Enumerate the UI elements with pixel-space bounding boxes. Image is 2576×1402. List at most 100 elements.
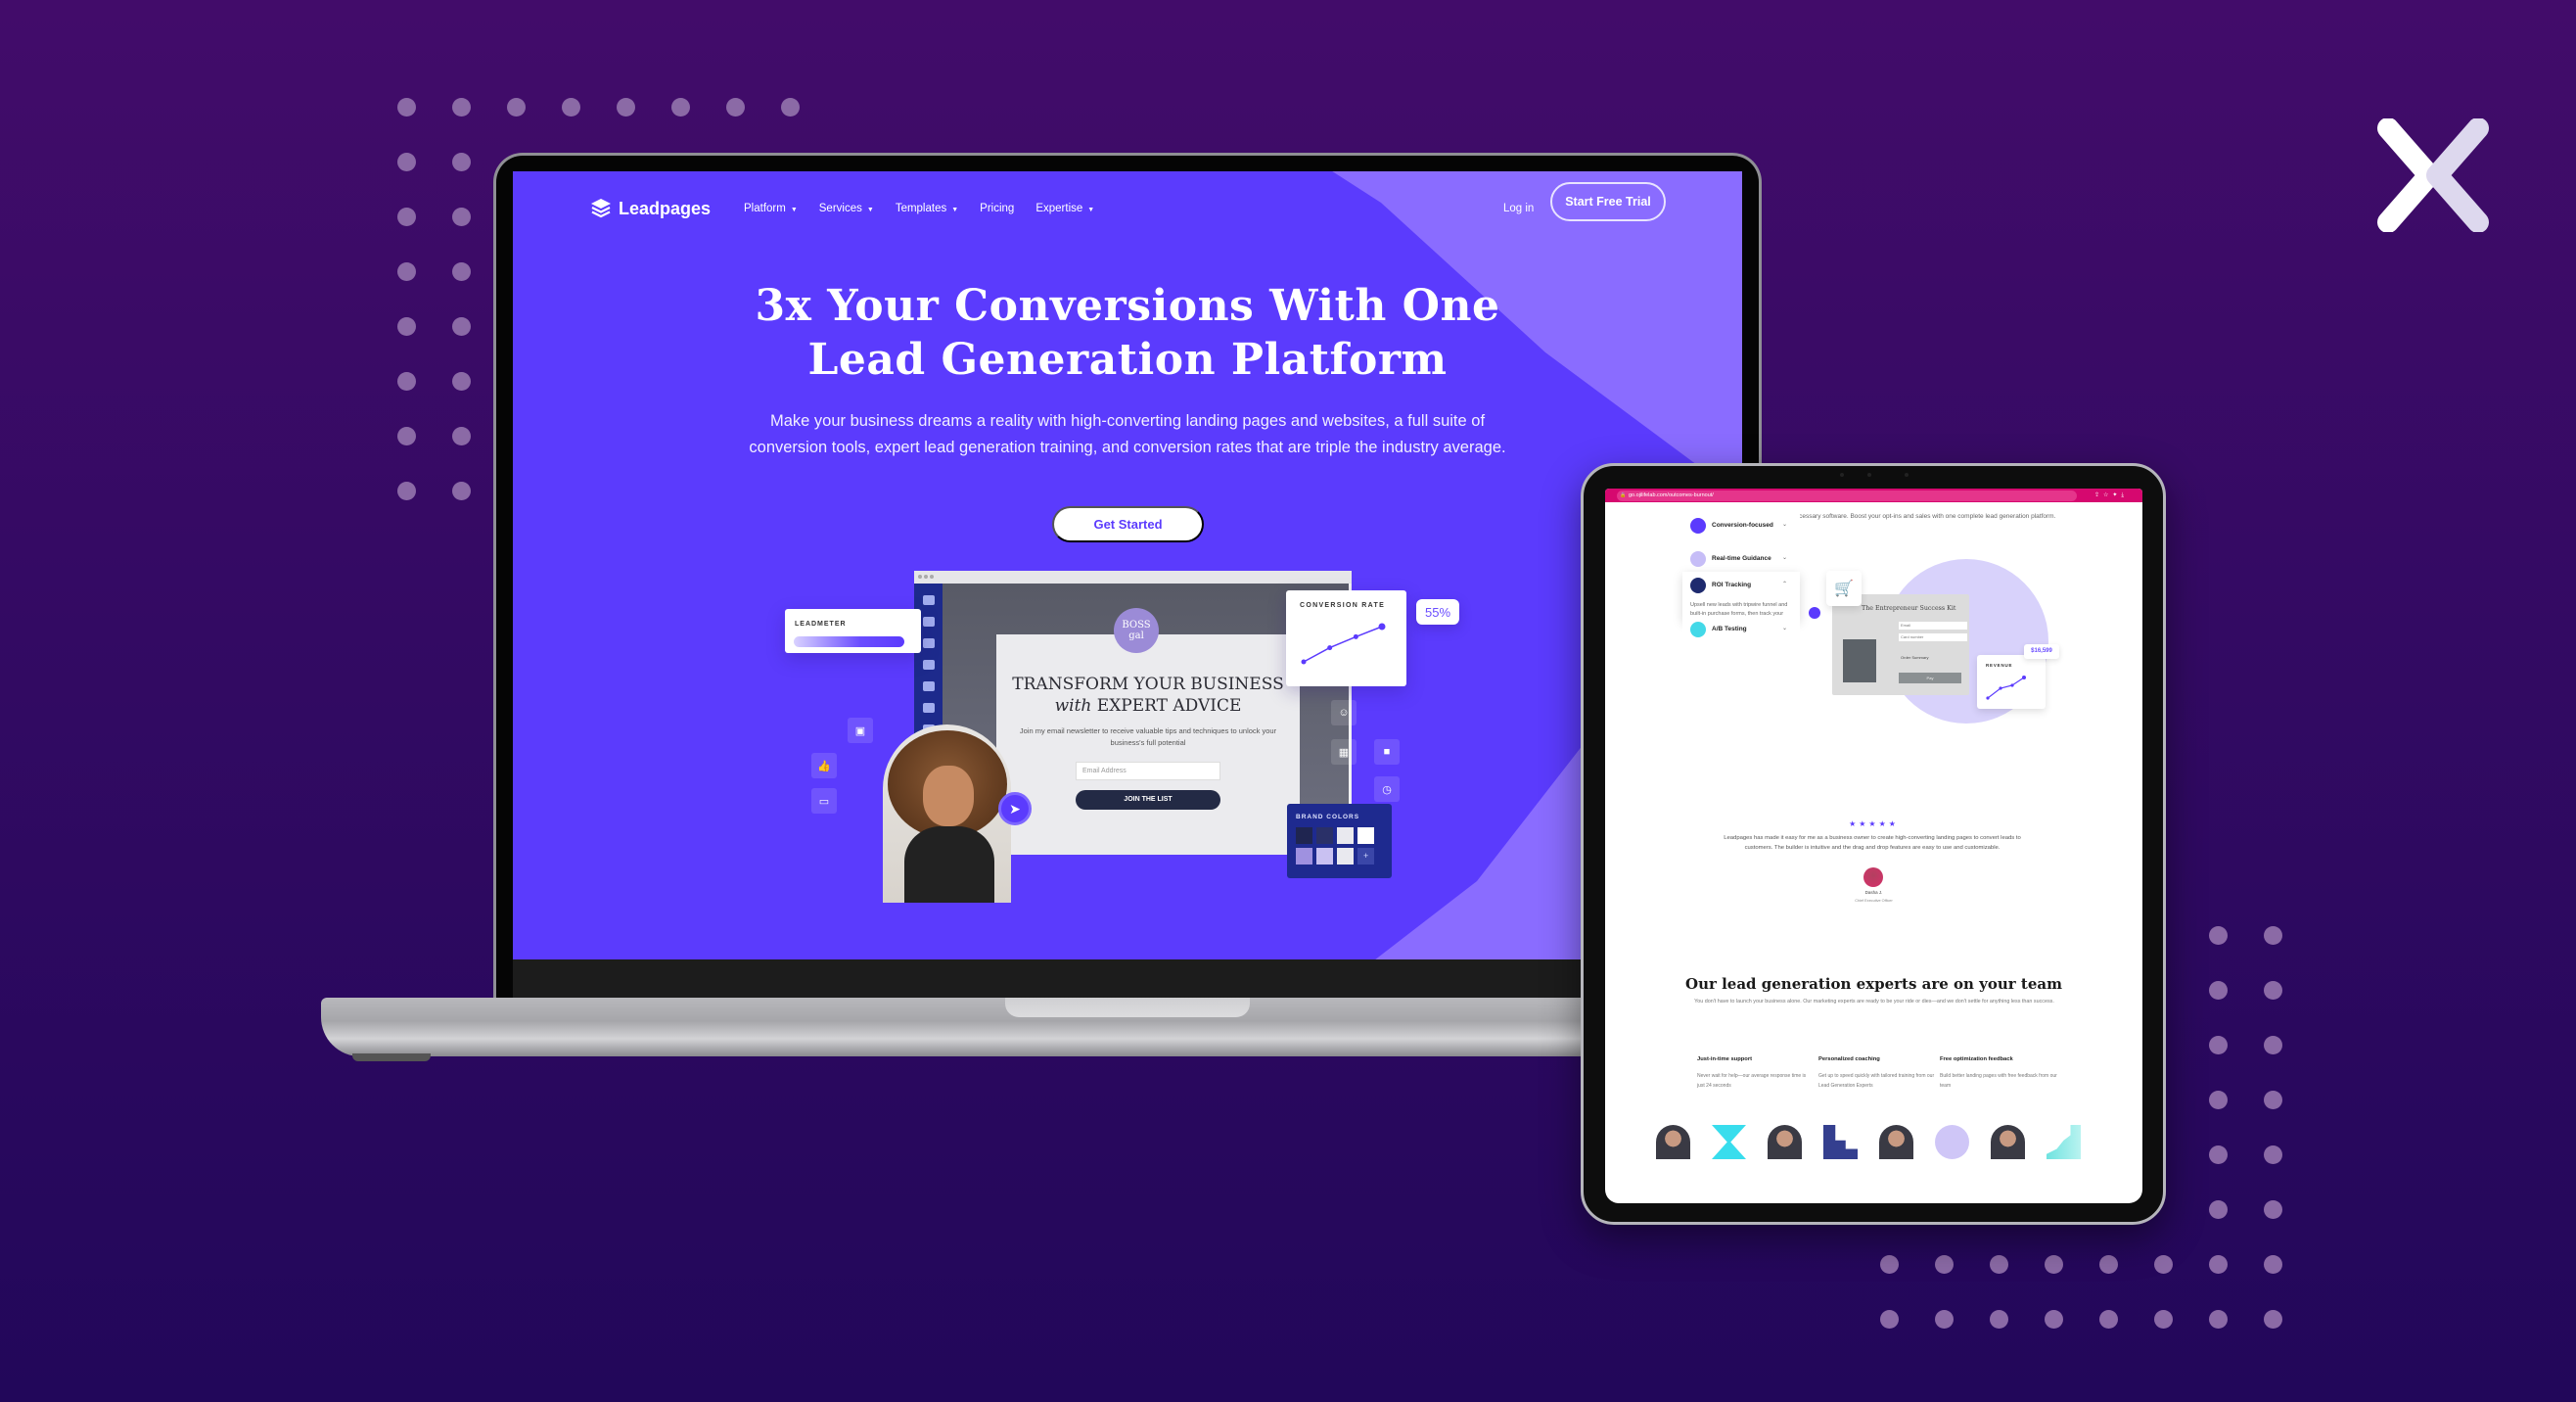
logo-text: Leadpages: [619, 198, 712, 218]
hero-title: 3x Your Conversions With One Lead Genera…: [669, 279, 1586, 387]
feature-title: Just-in-time support: [1697, 1056, 1753, 1062]
leadpages-logo[interactable]: Leadpages: [589, 198, 711, 219]
decorative-dot: [2264, 1145, 2282, 1164]
layers-logo-icon: [591, 199, 611, 218]
nav-link-pricing[interactable]: Pricing: [980, 203, 1014, 214]
decorative-dot: [397, 427, 416, 445]
decorative-dot: [397, 372, 416, 391]
shopping-cart-icon: 🛒: [1826, 571, 1862, 606]
optin-email-input[interactable]: Email Address: [1076, 762, 1220, 780]
feature-icon: [1690, 518, 1706, 534]
decorative-dot: [397, 153, 416, 171]
start-free-trial-button[interactable]: Start Free Trial: [1550, 182, 1666, 221]
get-started-button[interactable]: Get Started: [1052, 506, 1204, 542]
color-swatch[interactable]: [1337, 827, 1354, 844]
url-field[interactable]: go.ojilifelab.com/outcomes-burnout/: [1617, 490, 2077, 501]
leadmeter-label: LEADMETER: [795, 621, 847, 628]
color-swatch[interactable]: [1316, 827, 1333, 844]
color-swatch[interactable]: [1316, 848, 1333, 865]
nav-link-platform[interactable]: Platform ▼: [744, 203, 798, 214]
tablet-camera: [1811, 472, 1928, 478]
color-swatch[interactable]: [1296, 848, 1312, 865]
conversion-rate-widget: CONVERSION RATE: [1286, 590, 1406, 686]
pay-button[interactable]: Pay: [1899, 673, 1961, 683]
decorative-dot: [2264, 926, 2282, 945]
accordion-item[interactable]: Real-time Guidance ⌄: [1682, 545, 1800, 571]
decorative-dot: [1880, 1310, 1899, 1329]
clock-icon: ◷: [1374, 776, 1400, 802]
window-dot-icon: [918, 575, 922, 579]
join-the-list-button[interactable]: JOIN THE LIST: [1076, 790, 1220, 810]
conversion-point: [1378, 623, 1386, 631]
feature-free-optimization-feedback: Free optimization feedback Build better …: [1940, 1056, 2057, 1091]
accordion-label: Real-time Guidance: [1712, 555, 1771, 562]
optin-body: Join my email newsletter to receive valu…: [1019, 726, 1277, 747]
decorative-dot: [507, 98, 526, 117]
checkout-card-field[interactable]: Card number: [1899, 633, 1967, 641]
pages-icon: [922, 617, 935, 627]
feature-icon: [1690, 578, 1706, 593]
laptop-bezel-bottom: [513, 959, 1742, 999]
accordion-item[interactable]: ROI Tracking ⌃ Upsell new leads with tripw…: [1682, 572, 1800, 626]
decorative-dot: [2209, 1200, 2228, 1219]
decorative-dot: [1935, 1310, 1954, 1329]
optin-headline-line-2: EXPERT ADVICE: [1096, 696, 1242, 716]
nav-link-label: Templates: [895, 203, 947, 214]
expert-avatar: [1879, 1125, 1913, 1159]
feature-personalized-coaching: Personalized coaching Get up to speed qu…: [1818, 1056, 1936, 1091]
order-summary-label: Order Summary: [1901, 655, 1929, 660]
color-swatch[interactable]: [1337, 848, 1354, 865]
browser-toolbar-icons[interactable]: ⇪☆✦⤓: [2094, 491, 2128, 499]
expert-avatar: [1656, 1125, 1690, 1159]
conversion-line: [1303, 626, 1383, 663]
decorative-dot: [617, 98, 635, 117]
window-titlebar: [914, 571, 1352, 584]
chevron-down-icon: ▼: [790, 207, 798, 213]
sections-icon: [922, 660, 935, 670]
decorative-dot: [2099, 1255, 2118, 1274]
revenue-widget: REVENUE: [1977, 655, 2046, 709]
star-icon: ★: [1849, 819, 1860, 828]
nav-link-templates[interactable]: Templates ▼: [896, 203, 958, 214]
chevron-down-icon: ⌄: [1782, 555, 1788, 561]
decorative-dot: [2154, 1255, 2173, 1274]
photo-face: [923, 766, 974, 826]
brand-color-swatches: +: [1296, 827, 1374, 865]
circle-shape-icon: [1935, 1125, 1969, 1159]
feature-icon: [1690, 622, 1706, 637]
nav-link-services[interactable]: Services ▼: [819, 203, 874, 214]
testimonial-avatar: [1863, 867, 1883, 887]
testimonial-name: Dasha J.: [1864, 890, 1883, 895]
star-icon: ★: [1878, 819, 1889, 828]
accordion-item[interactable]: Conversion-focused ⌄: [1682, 512, 1800, 537]
expert-team-row: [1656, 1125, 2081, 1159]
decorative-dot: [452, 153, 471, 171]
checkout-email-field[interactable]: Email: [1899, 622, 1967, 630]
brand-colors-label: BRAND COLORS: [1296, 814, 1360, 820]
nav-links: Platform ▼ Services ▼ Templates ▼ Pricing E…: [744, 203, 1094, 214]
decorative-dot: [397, 262, 416, 281]
brush-icon: [922, 703, 935, 713]
feature-text: Build better landing pages with free fee…: [1940, 1073, 2057, 1089]
accordion-item[interactable]: A/B Testing ⌄: [1682, 616, 1800, 641]
decorative-dot: [1990, 1310, 2008, 1329]
tablet-screen-website: go.ojilifelab.com/outcomes-burnout/ ⇪☆✦⤓…: [1605, 489, 2142, 1203]
nav-link-label: Expertise: [1035, 203, 1083, 214]
add-color-button[interactable]: +: [1357, 848, 1374, 865]
testimonial-quote: Leadpages has made it easy for me as a b…: [1724, 835, 2021, 851]
conversion-point: [1301, 659, 1307, 665]
color-swatch[interactable]: [1296, 827, 1312, 844]
experts-subtitle: You don't have to launch your business a…: [1694, 999, 2054, 1005]
nav-link-label: Pricing: [980, 203, 1015, 214]
checkout-title: The Entrepreneur Success Kit: [1862, 605, 1956, 612]
feature-title: Free optimization feedback: [1940, 1056, 2013, 1062]
boss-gal-badge: BOSS gal: [1114, 608, 1159, 653]
star-icon: ★: [1888, 819, 1899, 828]
login-link[interactable]: Log in: [1503, 203, 1534, 214]
decorative-dot: [1880, 1255, 1899, 1274]
window-dot-icon: [924, 575, 928, 579]
decorative-dot: [2045, 1255, 2063, 1274]
thumbs-up-icon: 👍: [811, 753, 837, 778]
color-swatch[interactable]: [1357, 827, 1374, 844]
nav-link-expertise[interactable]: Expertise ▼: [1035, 203, 1094, 214]
